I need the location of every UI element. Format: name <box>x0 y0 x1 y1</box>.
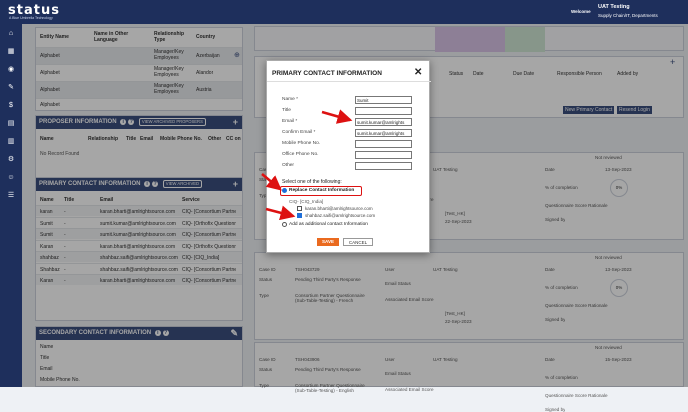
card-field: Associated Email Score <box>385 387 434 392</box>
arrow-replace <box>261 173 282 191</box>
card-field: Questionnaire Score Rationale <box>545 393 608 398</box>
card-field: Signed by <box>545 407 566 412</box>
arrow-checkbox <box>265 205 296 221</box>
annotation-arrows <box>261 109 353 221</box>
arrow-email <box>321 109 353 124</box>
